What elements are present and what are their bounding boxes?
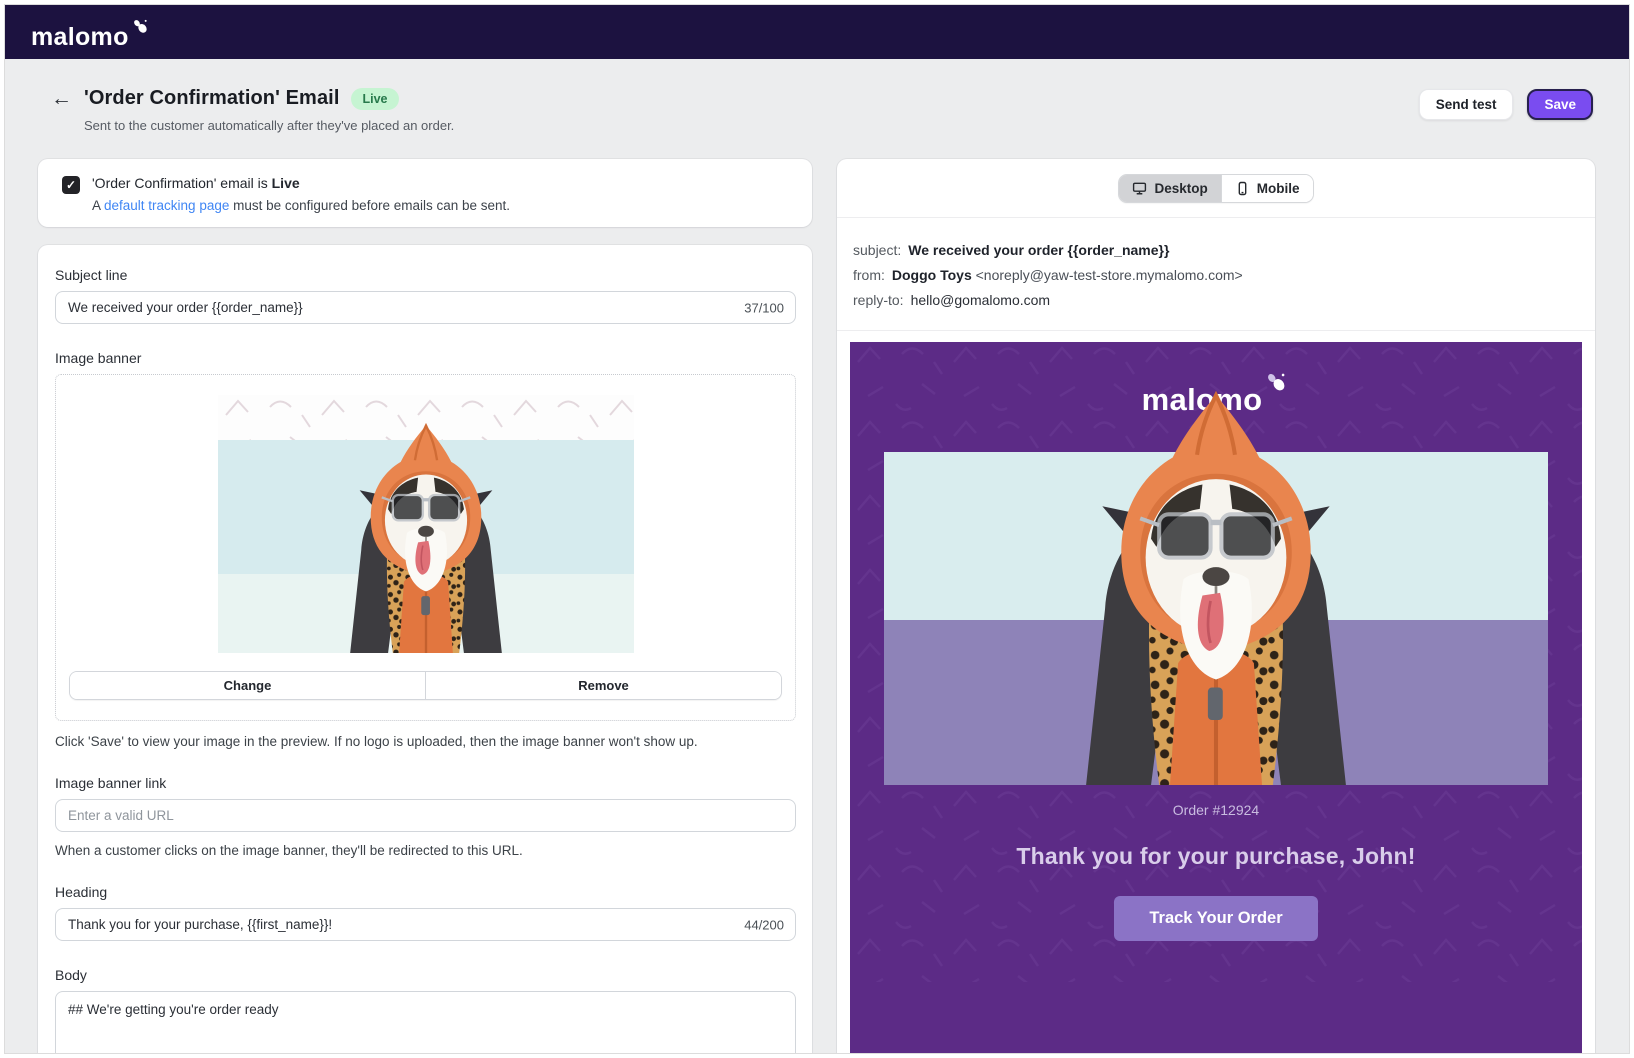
subject-line-input[interactable] <box>55 291 796 324</box>
email-heading: Thank you for your purchase, John! <box>850 843 1582 870</box>
malomo-logo: malomo <box>31 15 151 50</box>
mobile-toggle-button[interactable]: Mobile <box>1221 175 1313 202</box>
image-banner-link-label: Image banner link <box>55 775 796 791</box>
remove-image-button[interactable]: Remove <box>425 672 781 699</box>
meta-subject-row: subject:We received your order {{order_n… <box>853 242 1579 258</box>
brand-wordmark: malomo <box>31 25 129 50</box>
image-banner-label: Image banner <box>55 350 796 366</box>
desktop-icon <box>1132 181 1147 196</box>
check-icon: ✓ <box>66 178 76 192</box>
image-banner-help: Click 'Save' to view your image in the p… <box>55 734 796 749</box>
banner-actions: Change Remove <box>69 671 782 700</box>
live-checkbox-label: 'Order Confirmation' email is Live <box>92 175 510 191</box>
butterfly-icon <box>131 17 151 37</box>
app-window: malomo ← 'Order Confirmation' Email Live… <box>4 4 1630 1054</box>
top-navbar: malomo <box>5 5 1629 59</box>
subject-line-label: Subject line <box>55 267 796 283</box>
mobile-icon <box>1235 181 1250 196</box>
order-number: Order #12924 <box>850 802 1582 818</box>
default-tracking-page-link[interactable]: default tracking page <box>104 198 229 213</box>
meta-from-row: from:Doggo Toys <noreply@yaw-test-store.… <box>853 267 1579 283</box>
track-order-button[interactable]: Track Your Order <box>1114 896 1317 941</box>
heading-input[interactable] <box>55 908 796 941</box>
send-test-button[interactable]: Send test <box>1419 89 1514 120</box>
email-form-card: Subject line 37/100 Image banner Chan <box>38 245 812 1054</box>
heading-char-counter: 44/200 <box>744 917 784 932</box>
page-title: 'Order Confirmation' Email <box>84 87 339 110</box>
image-banner-link-help: When a customer clicks on the image bann… <box>55 843 796 858</box>
live-checkbox[interactable]: ✓ <box>62 176 80 194</box>
dog-photo <box>299 416 552 653</box>
image-banner-box: Change Remove <box>55 374 796 721</box>
email-meta: subject:We received your order {{order_n… <box>837 218 1595 330</box>
dog-photo <box>999 379 1432 785</box>
back-arrow-icon[interactable]: ← <box>51 88 72 109</box>
body-label: Body <box>55 967 796 983</box>
device-toggle: Desktop Mobile <box>1118 174 1313 203</box>
status-badge: Live <box>351 88 398 110</box>
desktop-toggle-button[interactable]: Desktop <box>1119 175 1220 202</box>
page-subtitle: Sent to the customer automatically after… <box>84 118 454 133</box>
email-body-preview: malomo Order #12924 <box>850 342 1582 1054</box>
email-banner-image <box>884 452 1548 785</box>
image-banner-link-input[interactable] <box>55 799 796 832</box>
heading-label: Heading <box>55 884 796 900</box>
change-image-button[interactable]: Change <box>70 672 425 699</box>
tracking-page-note: A default tracking page must be configur… <box>92 198 510 213</box>
page-header: ← 'Order Confirmation' Email Live Sent t… <box>5 59 1629 133</box>
email-preview-viewport: malomo Order #12924 <box>837 331 1595 1054</box>
save-button[interactable]: Save <box>1527 89 1593 120</box>
email-preview-card: Desktop Mobile subje <box>837 159 1595 1054</box>
banner-image <box>218 395 634 653</box>
live-status-card: ✓ 'Order Confirmation' email is Live A d… <box>38 159 812 227</box>
meta-replyto-row: reply-to:hello@gomalomo.com <box>853 292 1579 308</box>
subject-char-counter: 37/100 <box>744 300 784 315</box>
body-textarea[interactable]: ## We're getting you're order ready <box>55 991 796 1054</box>
